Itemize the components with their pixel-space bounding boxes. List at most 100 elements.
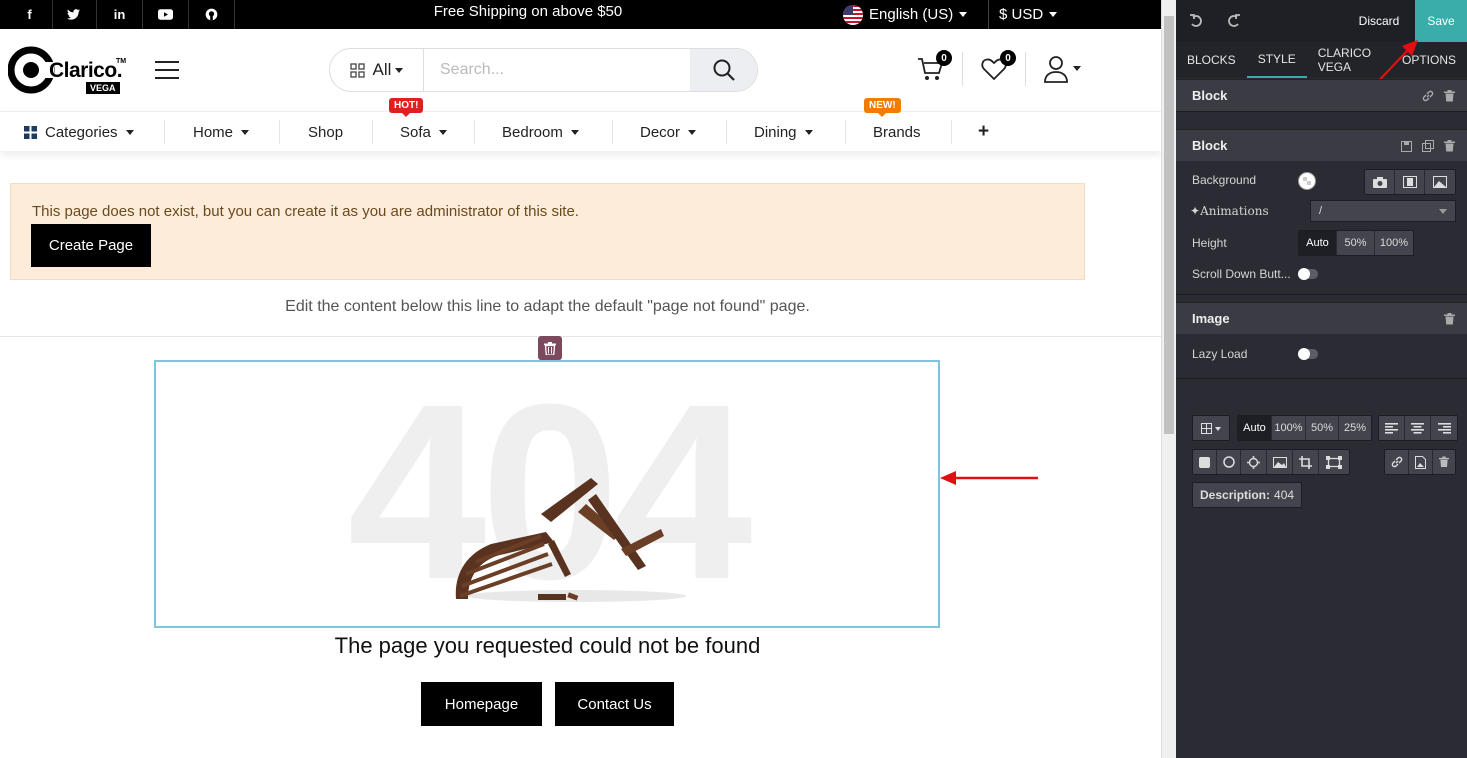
align-right-icon[interactable] [1431,416,1457,440]
trash-icon[interactable] [1444,140,1455,152]
selected-404-image[interactable]: 404 [154,360,940,628]
background-label: Background [1192,173,1257,187]
scrollbar-thumb[interactable] [1164,16,1174,434]
section-title: Block [1192,88,1228,103]
nav-decor-label: Decor [640,123,681,141]
width-auto-option[interactable]: Auto [1238,416,1272,440]
content-divider [0,336,1161,337]
nav-shop[interactable]: Shop [308,112,343,152]
undo-icon[interactable] [1184,0,1208,42]
tab-blocks[interactable]: BLOCKS [1176,42,1247,78]
nav-decor[interactable]: Decor [640,112,697,152]
currency-selector[interactable]: $ USD [988,0,1058,29]
trash-icon[interactable] [1433,450,1455,474]
camera-icon[interactable] [1365,170,1395,194]
transform-icon[interactable] [1319,450,1349,474]
square-shape-icon[interactable] [1193,450,1217,474]
nav-dining-label: Dining [754,123,797,141]
width-50-option[interactable]: 50% [1306,416,1339,440]
new-tag: NEW! [864,98,901,117]
height-auto-option[interactable]: Auto [1299,231,1337,255]
contact-us-button[interactable]: Contact Us [555,682,674,726]
logo-text: Clarico. [49,59,123,82]
nav-divider [726,120,727,144]
search-icon [713,59,735,81]
page-scrollbar[interactable] [1161,0,1176,758]
homepage-button[interactable]: Homepage [421,682,542,726]
save-icon[interactable] [1401,140,1412,152]
wishlist-button[interactable]: 0 [981,50,1016,86]
search-button[interactable] [690,49,757,91]
nav-dining[interactable]: Dining [754,112,813,152]
grid-layout-dropdown [1192,415,1230,441]
nav-sofa[interactable]: Sofa [400,112,447,152]
scroll-down-toggle[interactable] [1298,268,1318,280]
search-input[interactable] [424,49,690,91]
height-100-option[interactable]: 100% [1375,231,1413,255]
nav-bedroom-label: Bedroom [502,123,563,141]
lazy-load-toggle[interactable] [1298,348,1318,360]
image-section-header: Image [1176,302,1467,334]
nav-shop-label: Shop [308,123,344,141]
image-replace-icon[interactable] [1267,450,1293,474]
editor-toolbar: Discard Save [1176,0,1467,42]
video-icon[interactable] [1395,170,1425,194]
nav-categories[interactable]: Categories [24,112,134,152]
duplicate-icon[interactable] [1422,140,1434,152]
link-icon[interactable] [1422,90,1434,102]
shadow-icon[interactable] [1241,450,1267,474]
admin-alert: This page does not exist, but you can cr… [10,183,1085,280]
chevron-down-icon [1049,12,1058,17]
block-style-section-header: Block [1176,129,1467,161]
chevron-down-icon [438,129,447,135]
language-selector[interactable]: English (US) [843,0,968,29]
header-divider [962,52,963,86]
discard-button[interactable]: Discard [1344,0,1414,42]
grid-icon [349,62,365,78]
delete-snippet-button[interactable] [538,336,562,360]
create-page-button[interactable]: Create Page [31,224,151,267]
nav-divider [372,120,373,144]
align-center-icon[interactable] [1405,416,1431,440]
circle-shape-icon[interactable] [1217,450,1241,474]
nav-divider [951,120,952,144]
us-flag-icon [843,4,863,25]
nav-brands-label: Brands [873,123,921,141]
nav-bedroom[interactable]: Bedroom [502,112,579,152]
link-icon[interactable] [1385,450,1409,474]
cart-count-badge: 0 [936,50,952,66]
hamburger-menu-icon[interactable] [155,61,179,81]
nav-add-menu-item[interactable]: + [978,112,989,152]
trash-icon[interactable] [1444,313,1455,325]
nav-brands[interactable]: Brands [873,112,921,152]
account-menu[interactable] [1043,52,1083,86]
grid-layout-button[interactable] [1193,416,1229,440]
cart-button[interactable]: 0 [917,50,952,86]
alignment-options [1378,415,1458,441]
image-description-button[interactable]: Description: 404 [1192,482,1303,508]
image-background-icon[interactable] [1425,170,1455,194]
search-category-dropdown[interactable]: All [330,49,424,91]
width-100-option[interactable]: 100% [1272,416,1306,440]
align-left-icon[interactable] [1379,416,1405,440]
nav-categories-label: Categories [45,123,118,141]
section-spacer [1176,294,1467,302]
site-logo[interactable]: Clarico. TM VEGA [7,45,128,97]
image-file-icon[interactable] [1409,450,1433,474]
nav-divider [845,120,846,144]
not-found-heading: The page you requested could not be foun… [334,633,761,658]
crop-icon[interactable] [1293,450,1319,474]
trash-icon [544,341,556,355]
section-title: Image [1192,311,1230,326]
redo-icon[interactable] [1222,0,1246,42]
chevron-down-icon [570,129,579,135]
width-25-option[interactable]: 25% [1339,416,1371,440]
trash-icon[interactable] [1444,90,1455,102]
tab-style[interactable]: STYLE [1246,42,1307,78]
save-button[interactable]: Save [1415,0,1467,42]
nav-divider [164,120,165,144]
background-color-swatch[interactable] [1298,172,1316,190]
animations-select[interactable]: / [1310,200,1456,222]
height-50-option[interactable]: 50% [1337,231,1375,255]
nav-home[interactable]: Home [193,112,250,152]
